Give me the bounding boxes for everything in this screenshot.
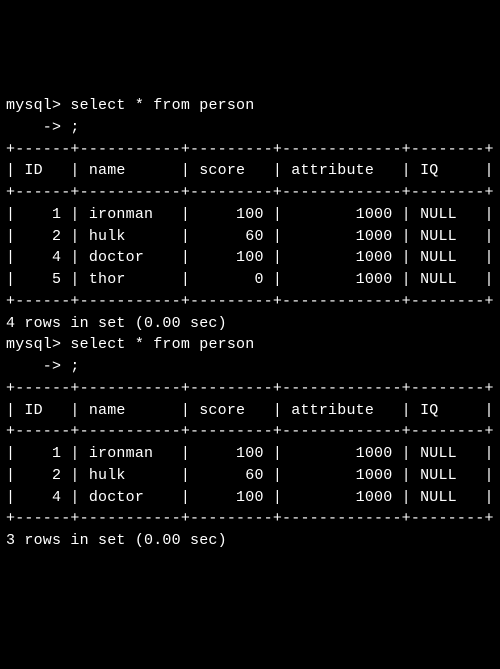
- sql-terminator: ;: [70, 119, 79, 136]
- sql-statement: select * from person: [70, 97, 254, 114]
- sql-command-line: mysql> select * from person: [6, 95, 494, 117]
- mysql-prompt: mysql>: [6, 336, 70, 353]
- sql-command-line: mysql> select * from person: [6, 334, 494, 356]
- table-row: | 1 | ironman | 100 | 1000 | NULL |: [6, 443, 494, 465]
- sql-continuation-line: -> ;: [6, 117, 494, 139]
- sql-terminator: ;: [70, 358, 79, 375]
- table-border: +------+-----------+---------+----------…: [6, 421, 494, 443]
- sql-continuation-line: -> ;: [6, 356, 494, 378]
- mysql-continuation-prompt: ->: [6, 119, 70, 136]
- table-border: +------+-----------+---------+----------…: [6, 378, 494, 400]
- table-border: +------+-----------+---------+----------…: [6, 508, 494, 530]
- table-row: | 2 | hulk | 60 | 1000 | NULL |: [6, 226, 494, 248]
- table-header-row: | ID | name | score | attribute | IQ |: [6, 160, 494, 182]
- table-row: | 5 | thor | 0 | 1000 | NULL |: [6, 269, 494, 291]
- table-border: +------+-----------+---------+----------…: [6, 139, 494, 161]
- mysql-prompt: mysql>: [6, 97, 70, 114]
- table-border: +------+-----------+---------+----------…: [6, 182, 494, 204]
- table-header-row: | ID | name | score | attribute | IQ |: [6, 400, 494, 422]
- table-border: +------+-----------+---------+----------…: [6, 291, 494, 313]
- mysql-terminal-output: mysql> select * from person -> ;+------+…: [6, 95, 494, 552]
- table-row: | 2 | hulk | 60 | 1000 | NULL |: [6, 465, 494, 487]
- table-row: | 1 | ironman | 100 | 1000 | NULL |: [6, 204, 494, 226]
- mysql-continuation-prompt: ->: [6, 358, 70, 375]
- sql-statement: select * from person: [70, 336, 254, 353]
- table-row: | 4 | doctor | 100 | 1000 | NULL |: [6, 487, 494, 509]
- result-summary: 3 rows in set (0.00 sec): [6, 530, 494, 552]
- table-row: | 4 | doctor | 100 | 1000 | NULL |: [6, 247, 494, 269]
- result-summary: 4 rows in set (0.00 sec): [6, 313, 494, 335]
